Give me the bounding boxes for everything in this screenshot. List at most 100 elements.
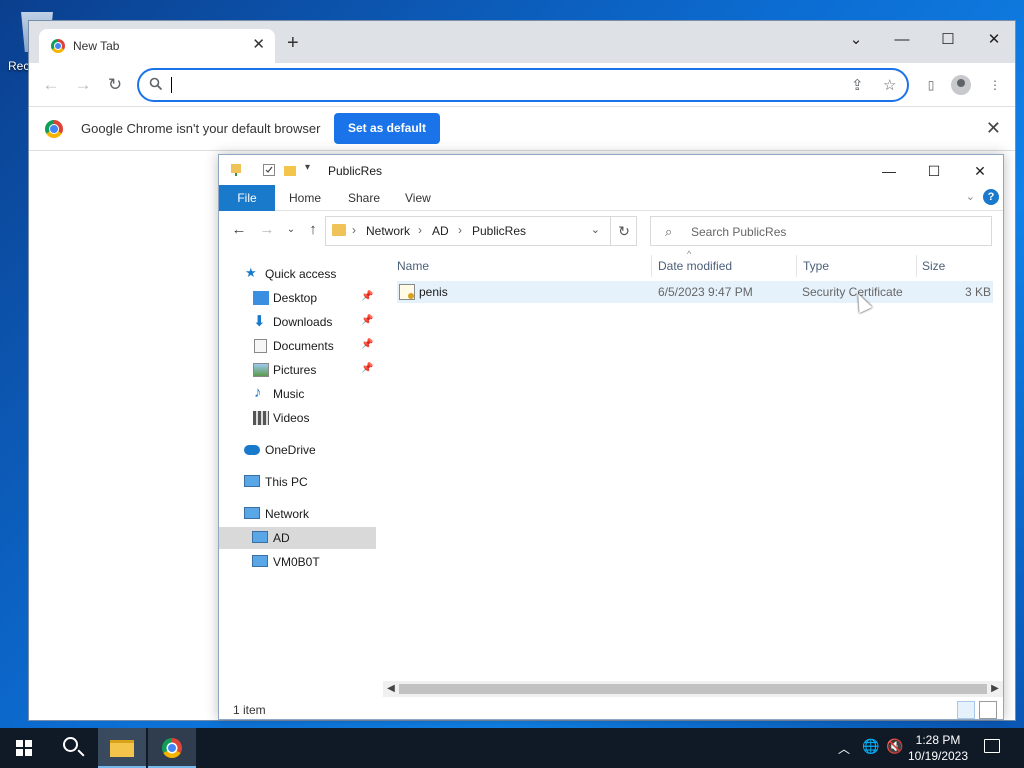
taskbar-chrome[interactable] [148,728,196,768]
close-window-button[interactable]: ✕ [979,27,1009,53]
omnibox[interactable]: ⇪ ☆ [137,68,909,102]
nav-item-network[interactable]: Network [219,503,376,525]
breadcrumb-separator-icon[interactable]: › [458,223,462,237]
breadcrumb-separator-icon[interactable]: › [418,223,422,237]
share-icon[interactable]: ⇪ [851,76,864,94]
properties-icon[interactable] [262,163,276,177]
maximize-button[interactable]: ☐ [933,27,963,53]
computer-icon [252,555,268,567]
expand-ribbon-icon[interactable]: ⌄ [966,190,975,203]
taskbar-file-explorer[interactable] [98,728,146,768]
notification-center-icon[interactable] [984,739,1000,753]
volume-muted-icon[interactable]: 🔇 [886,738,903,755]
column-header-size[interactable]: Size [922,259,945,273]
tab-search-icon[interactable]: ⌄ [841,27,871,53]
column-divider[interactable] [796,255,797,277]
infobar-message: Google Chrome isn't your default browser [81,121,321,136]
bookmark-star-icon[interactable]: ☆ [883,76,896,94]
nav-item-videos[interactable]: Videos [219,407,376,429]
column-divider[interactable] [916,255,917,277]
pin-icon[interactable]: 📌 [361,291,373,302]
ribbon-tab-home[interactable]: Home [289,185,321,211]
infobar-close-icon[interactable]: ✕ [986,118,1001,139]
horizontal-scrollbar[interactable]: ◀ ▶ [383,681,1003,697]
nav-item-documents[interactable]: Documents 📌 [219,335,376,357]
pin-icon[interactable]: 📌 [361,315,373,326]
breadcrumb-publicres[interactable]: PublicRes [472,224,526,238]
chrome-logo-icon [45,120,63,138]
file-row[interactable]: penis 6/5/2023 9:47 PM Security Certific… [397,281,993,303]
explorer-close-button[interactable]: ✕ [965,161,995,181]
nav-item-vm0b0t[interactable]: VM0B0T [219,551,376,573]
nav-item-ad[interactable]: AD [219,527,376,549]
column-header-name[interactable]: Name [397,259,429,273]
desktop-icon [253,291,269,305]
back-arrow-icon[interactable]: ← [229,221,249,238]
nav-item-music[interactable]: ♪ Music [219,383,376,405]
network-globe-icon[interactable]: 🌐 [862,738,879,755]
minimize-button[interactable]: — [887,27,917,53]
tab-new-tab[interactable]: New Tab ✕ [39,29,275,63]
ribbon-tab-file[interactable]: File [219,185,275,211]
large-icons-view-icon[interactable] [979,701,997,719]
breadcrumb-network[interactable]: Network [366,224,410,238]
set-as-default-button[interactable]: Set as default [334,113,440,144]
customize-toolbar-icon[interactable]: ▾ [305,162,310,173]
back-arrow-icon[interactable]: ← [39,73,63,97]
nav-label: Documents [273,339,334,353]
explorer-maximize-button[interactable]: ☐ [919,161,949,181]
breadcrumb-separator-icon[interactable]: › [352,223,356,237]
column-header-date[interactable]: Date modified [658,259,732,273]
nav-item-downloads[interactable]: ⬇ Downloads 📌 [219,311,376,333]
explorer-minimize-button[interactable]: — [874,161,904,181]
ribbon-tab-share[interactable]: Share [348,185,380,211]
clock-time: 1:28 PM [915,733,961,747]
refresh-icon[interactable]: ↻ [610,216,637,246]
up-arrow-icon[interactable]: ↑ [303,221,323,238]
scroll-thumb[interactable] [399,684,987,694]
forward-arrow-icon[interactable]: → [71,73,95,97]
nav-item-desktop[interactable]: Desktop 📌 [219,287,376,309]
profile-avatar-icon[interactable] [951,75,971,95]
start-button[interactable] [0,728,48,768]
search-button[interactable] [48,728,96,768]
search-input[interactable]: ⌕ Search PublicRes [650,216,992,246]
help-icon[interactable]: ? [983,189,999,205]
nav-item-quick-access[interactable]: ★ Quick access [219,263,376,285]
explorer-title: PublicRes [328,164,383,178]
nav-item-onedrive[interactable]: OneDrive [219,439,376,461]
tab-close-icon[interactable]: ✕ [252,35,265,53]
show-hidden-icons-chevron-icon[interactable]: ︿ [838,740,850,757]
security-certificate-icon [399,284,415,300]
nav-label: OneDrive [265,443,316,457]
breadcrumb-ad[interactable]: AD [432,224,449,238]
nav-item-pictures[interactable]: Pictures 📌 [219,359,376,381]
chrome-icon [162,738,182,758]
ribbon-tab-view[interactable]: View [405,185,431,211]
pin-icon[interactable]: 📌 [361,363,373,374]
new-folder-icon[interactable] [283,163,297,177]
file-size: 3 KB [965,285,992,299]
menu-kebab-icon[interactable]: ⋮ [983,73,1007,97]
pin-icon[interactable]: 📌 [361,339,373,350]
nav-item-this-pc[interactable]: This PC [219,471,376,493]
network-folder-icon [231,164,241,176]
ribbon: File Home Share View ⌄ ? [219,185,1003,211]
reload-icon[interactable]: ↻ [103,73,127,97]
column-divider[interactable] [651,255,652,277]
new-tab-button[interactable]: + [287,33,299,53]
forward-arrow-icon[interactable]: → [257,221,277,238]
address-dropdown-icon[interactable]: ⌄ [591,223,600,236]
item-count: 1 item [233,703,266,717]
side-panel-icon[interactable]: ▯ [919,73,943,97]
recent-locations-icon[interactable]: ⌄ [281,224,301,235]
chrome-favicon-icon [51,39,65,53]
nav-label: Pictures [273,363,317,377]
scroll-right-icon[interactable]: ▶ [987,681,1003,697]
scroll-left-icon[interactable]: ◀ [383,681,399,697]
column-header-type[interactable]: Type [803,259,829,273]
file-list: ^ Name Date modified Type Size penis 6/5… [389,249,1003,689]
address-bar[interactable]: › Network › AD › PublicRes ⌄ [325,216,637,246]
details-view-icon[interactable] [957,701,975,719]
clock[interactable]: 1:28 PM 10/19/2023 [906,732,970,764]
